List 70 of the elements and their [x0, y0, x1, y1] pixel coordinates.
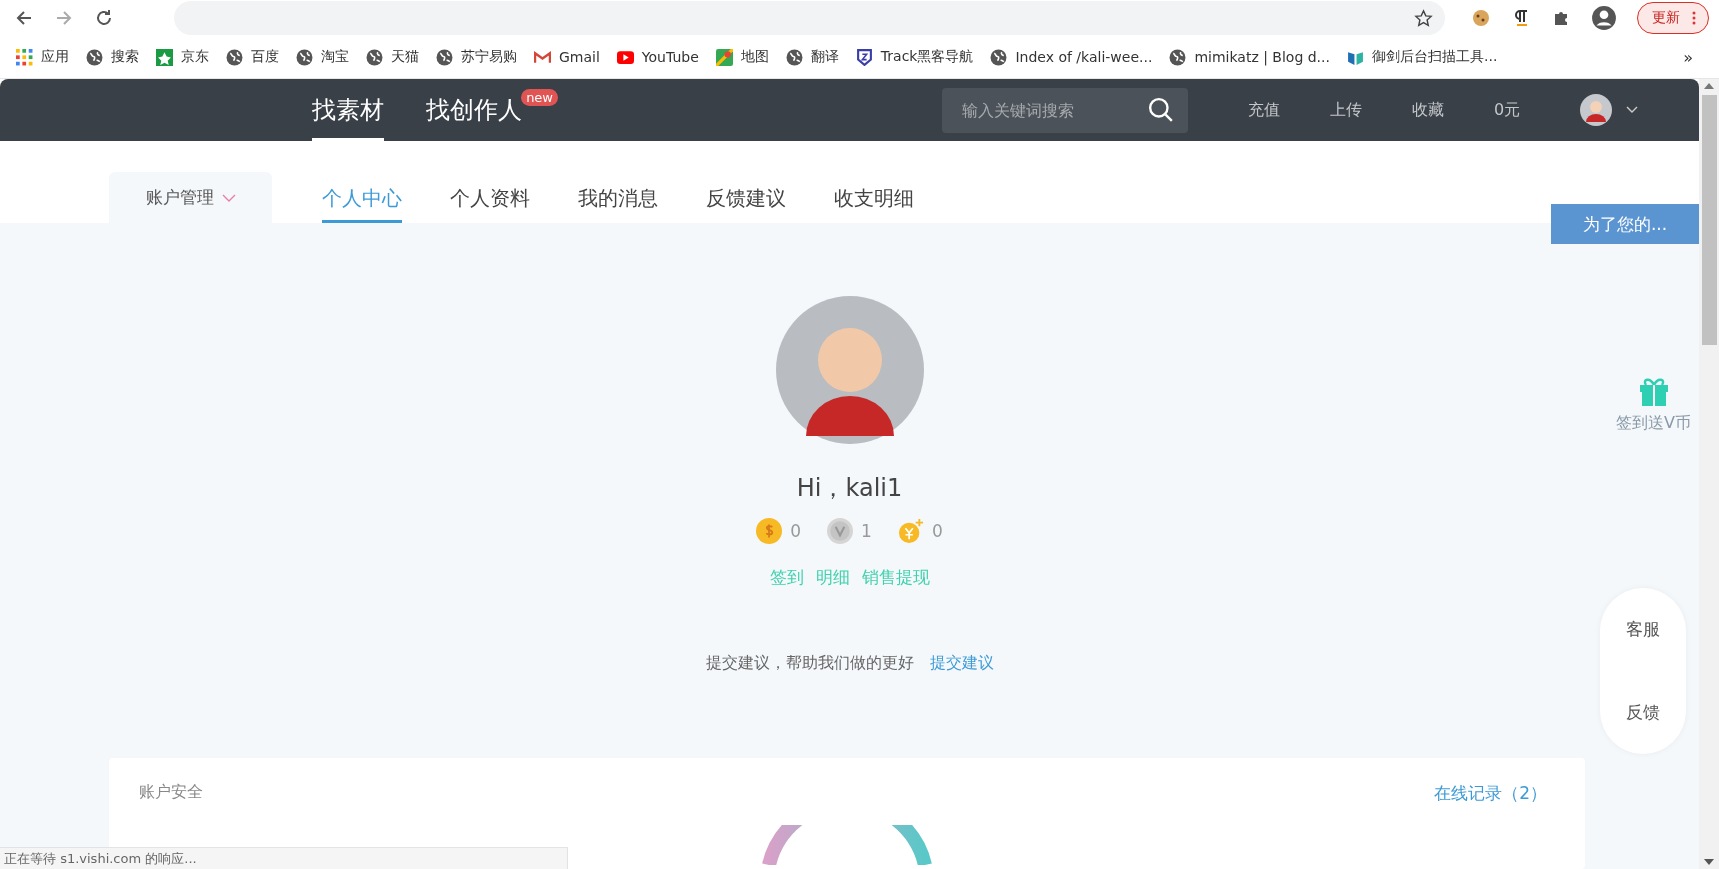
balance-value: 1	[861, 521, 872, 541]
balance-value: 0	[790, 521, 802, 541]
update-button[interactable]: 更新	[1637, 2, 1709, 34]
globe-icon	[226, 48, 243, 66]
avatar-icon	[775, 296, 924, 444]
balance-value: 0	[931, 521, 943, 541]
bookmark-link[interactable]: 京东	[156, 48, 209, 66]
globe-icon	[436, 48, 453, 66]
header-link[interactable]: 收藏	[1412, 99, 1444, 121]
header-link[interactable]: 上传	[1330, 99, 1362, 121]
globe-icon	[990, 48, 1008, 66]
bookmark-link[interactable]: 翻译	[785, 48, 839, 66]
bookmark-link[interactable]: 地图	[715, 48, 769, 66]
tab[interactable]: 我的消息	[578, 172, 658, 223]
star-icon[interactable]	[1414, 8, 1433, 28]
bookmark-link[interactable]: 淘宝	[296, 48, 349, 66]
cookie-icon[interactable]	[1471, 8, 1491, 28]
tab[interactable]: 个人资料	[450, 172, 530, 223]
header-link[interactable]: 0元	[1494, 99, 1521, 121]
globe-icon	[296, 48, 313, 66]
scroll-up-icon	[1704, 83, 1714, 89]
greeting: Hi，kali1	[796, 473, 903, 504]
new-badge: new	[521, 89, 558, 106]
search-field[interactable]: 输入关键词搜索	[942, 87, 1188, 133]
bookmark-link[interactable]: 应用	[16, 48, 69, 66]
play-icon	[616, 48, 634, 66]
globe-icon	[1169, 48, 1187, 66]
suggest-text: 提交建议，帮助我们做的更好	[705, 653, 914, 674]
status-bar: 正在等待 s1.vishi.com 的响应...	[0, 847, 568, 869]
shield-icon	[855, 48, 873, 66]
nav-tab[interactable]: 找创作人	[426, 79, 522, 141]
service-link[interactable]: 反馈	[1626, 701, 1660, 724]
bookmark-link[interactable]: mimikatz | Blog d...	[1169, 48, 1330, 66]
service-link[interactable]: 客服	[1626, 618, 1660, 641]
caret-icon	[221, 193, 236, 202]
mail-icon	[534, 48, 551, 66]
scroll-down-icon	[1704, 859, 1714, 865]
account-dropdown[interactable]: 账户管理	[109, 172, 272, 223]
bookmark-link[interactable]: 天猫	[366, 48, 419, 66]
kebab-icon	[1692, 11, 1696, 25]
apps-grid-icon	[16, 48, 33, 66]
scrollbar[interactable]	[1699, 79, 1719, 869]
v-coin-icon	[827, 518, 854, 544]
bookmark-link[interactable]: YouTube	[616, 48, 699, 66]
yuan-coin-icon	[897, 518, 924, 544]
bookmark-link[interactable]: Index of /kali-wee...	[990, 48, 1153, 66]
card-title: 账户安全	[139, 782, 203, 803]
bookmark-link[interactable]: 苏宁易购	[436, 48, 517, 66]
search-input[interactable]: 输入关键词搜索	[960, 99, 1148, 121]
bookmark-link[interactable]: 搜索	[86, 48, 139, 66]
search-icon[interactable]	[1148, 97, 1174, 123]
bookmark-link[interactable]: 御剑后台扫描工具...	[1347, 48, 1498, 66]
more-bookmarks-button[interactable]: »	[1683, 47, 1693, 67]
profile-icon[interactable]	[1591, 5, 1617, 31]
globe-icon	[785, 48, 803, 66]
globe-icon	[366, 48, 383, 66]
dollar-coin-icon	[756, 518, 783, 544]
header-link[interactable]: 充值	[1248, 99, 1280, 121]
tab[interactable]: 反馈建议	[706, 172, 786, 223]
caret-icon[interactable]	[1626, 106, 1639, 114]
reload-icon[interactable]	[94, 8, 114, 28]
bookmark-link[interactable]: Track黑客导航	[855, 48, 974, 66]
avatar-icon[interactable]	[1580, 94, 1613, 126]
bookmark-link[interactable]: 百度	[226, 48, 279, 66]
scroll-thumb[interactable]	[1701, 95, 1717, 345]
tab[interactable]: 收支明细	[834, 172, 914, 223]
leaf-icon	[156, 48, 173, 66]
bookmark-link[interactable]: Gmail	[534, 48, 600, 66]
globe-icon	[86, 48, 103, 66]
map-icon	[715, 48, 733, 66]
